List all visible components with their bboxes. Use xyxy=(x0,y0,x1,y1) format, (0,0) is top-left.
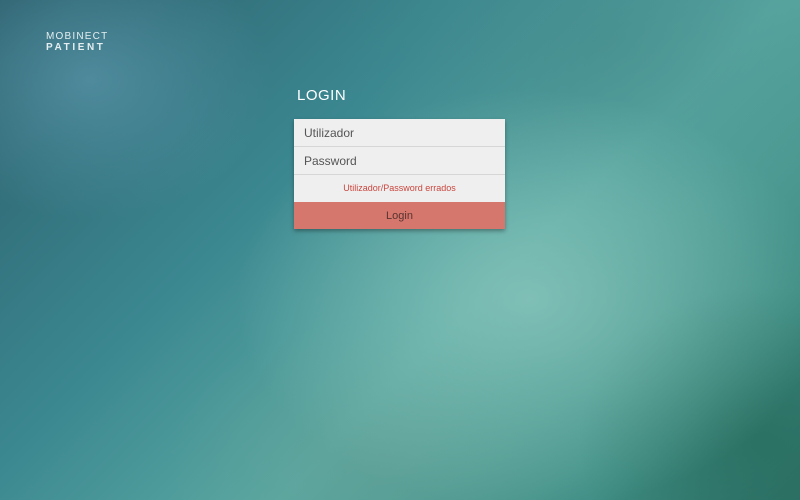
login-button[interactable]: Login xyxy=(294,202,505,229)
username-field[interactable] xyxy=(294,119,505,147)
password-field[interactable] xyxy=(294,147,505,175)
logo-line-mobinect: MOBINECT xyxy=(46,31,109,42)
login-title: LOGIN xyxy=(297,87,347,104)
app-logo: MOBINECT PATIENT xyxy=(46,31,108,53)
login-error-message: Utilizador/Password errados xyxy=(343,183,456,193)
login-form: Utilizador/Password errados Login xyxy=(294,119,505,229)
logo-line-patient: PATIENT xyxy=(46,42,106,53)
